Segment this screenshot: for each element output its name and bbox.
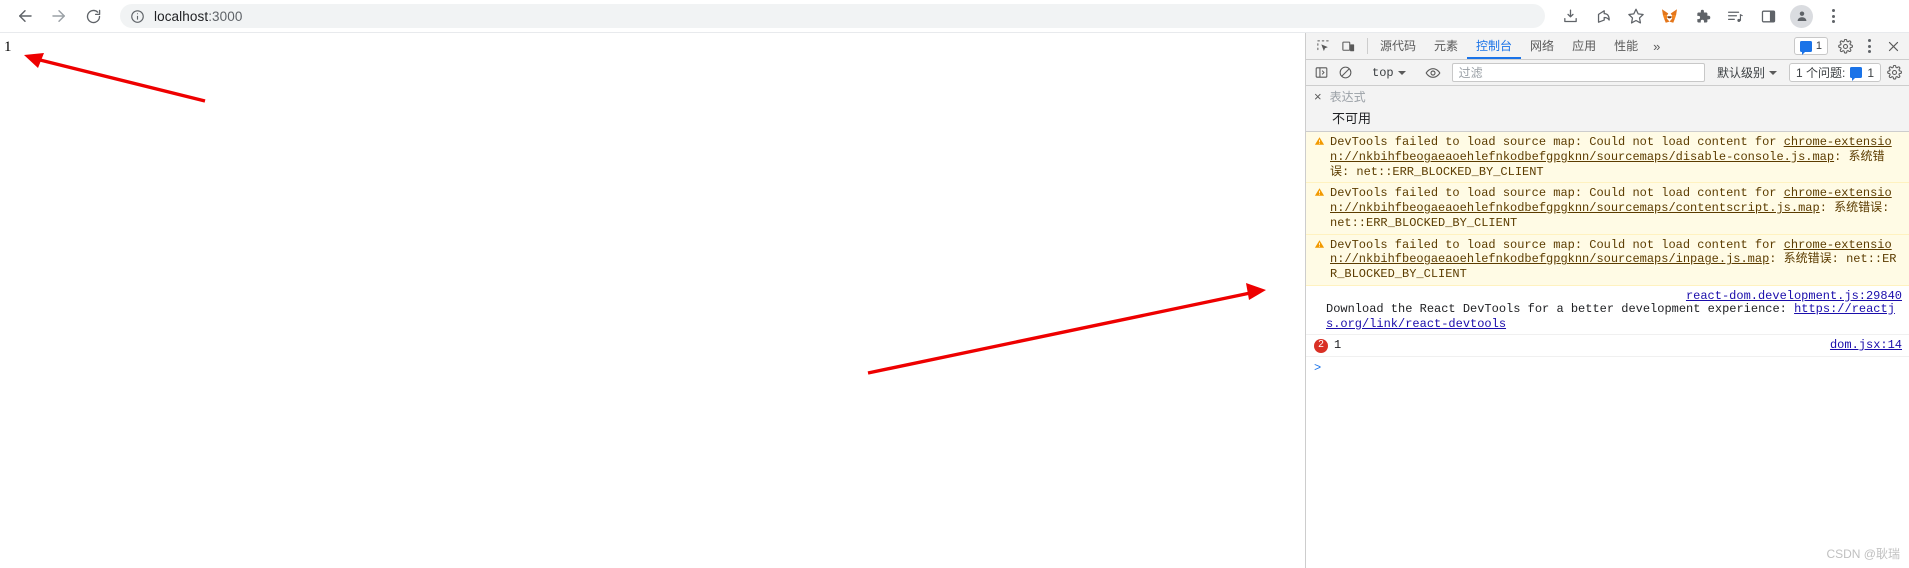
chevron-down-icon bbox=[1397, 70, 1406, 75]
message-bubble-icon-2 bbox=[1850, 67, 1863, 81]
chevron-down-icon-2 bbox=[1768, 70, 1777, 75]
console-message-list[interactable]: DevTools failed to load source map: Coul… bbox=[1306, 132, 1909, 568]
issues-badge[interactable]: 1 bbox=[1793, 37, 1828, 55]
arrow-to-console-error bbox=[867, 283, 1266, 375]
execution-context-select[interactable]: top bbox=[1367, 66, 1411, 80]
devtools-tabbar: 源代码 元素 控制台 网络 应用 性能 » 1 bbox=[1306, 33, 1909, 60]
install-app-icon[interactable] bbox=[1559, 5, 1581, 27]
console-message-text: DevTools failed to load source map: Coul… bbox=[1330, 135, 1892, 179]
console-message-error-group[interactable]: 2 1 dom.jsx:14 bbox=[1306, 335, 1909, 357]
profile-avatar-icon[interactable] bbox=[1790, 4, 1813, 28]
browser-action-icons bbox=[1545, 4, 1842, 28]
issues-badge-count: 1 bbox=[1815, 40, 1822, 52]
browser-toolbar: localhost:3000 bbox=[0, 0, 1909, 33]
log-level-select[interactable]: 默认级别 bbox=[1713, 64, 1781, 81]
devtools-menu-icon[interactable] bbox=[1858, 35, 1880, 57]
console-filter-input[interactable]: 过滤 bbox=[1451, 63, 1705, 82]
issues-counter-count: 1 bbox=[1867, 65, 1874, 80]
devtools-inspect-buttons bbox=[1306, 33, 1364, 59]
warning-triangle-icon-2 bbox=[1314, 188, 1325, 196]
gear-icon[interactable] bbox=[1834, 35, 1856, 57]
share-icon[interactable] bbox=[1592, 5, 1614, 27]
warning-triangle-icon bbox=[1314, 137, 1325, 145]
metamask-extension-icon[interactable] bbox=[1658, 5, 1680, 27]
devtools-tab-list: 源代码 元素 控制台 网络 应用 性能 bbox=[1371, 33, 1647, 59]
page-output-text: 1 bbox=[4, 39, 12, 55]
device-toolbar-icon[interactable] bbox=[1337, 35, 1359, 57]
console-message-text-4: Download the React DevTools for a better… bbox=[1326, 301, 1895, 331]
devtools-tabbar-actions: 1 bbox=[1793, 33, 1909, 59]
expression-placeholder[interactable]: 表达式 bbox=[1330, 88, 1366, 105]
execution-context-value: top bbox=[1372, 65, 1394, 80]
console-message-info-react[interactable]: react-dom.development.js:29840 Download … bbox=[1306, 285, 1909, 336]
reload-button[interactable] bbox=[78, 1, 108, 31]
warning-triangle-icon-3 bbox=[1314, 239, 1325, 248]
navigation-buttons bbox=[0, 1, 108, 31]
console-sidebar-icon[interactable] bbox=[1310, 62, 1332, 84]
console-error-value: 1 bbox=[1334, 338, 1342, 353]
remove-expression-icon[interactable]: × bbox=[1314, 90, 1322, 103]
live-expression-eye-icon[interactable] bbox=[1422, 62, 1444, 84]
toolbar-divider bbox=[1367, 38, 1368, 54]
console-settings-gear-icon[interactable] bbox=[1883, 62, 1905, 84]
console-message-warning-2[interactable]: DevTools failed to load source map: Coul… bbox=[1306, 183, 1909, 235]
arrow-to-page-output bbox=[24, 53, 206, 103]
url-port: :3000 bbox=[208, 8, 243, 24]
console-prompt-row[interactable]: > bbox=[1306, 357, 1909, 380]
clear-console-icon[interactable] bbox=[1334, 62, 1356, 84]
chrome-menu-icon[interactable] bbox=[1824, 9, 1842, 23]
bookmark-star-icon[interactable] bbox=[1625, 5, 1647, 27]
browser-window: localhost:3000 1 源代码 元素 控制台 网络 应用 性能 » 1… bbox=[0, 0, 1909, 568]
devtools-panel: 源代码 元素 控制台 网络 应用 性能 » 1 top 过滤 默认级别 1 个问… bbox=[1305, 33, 1909, 568]
console-message-warning-1[interactable]: DevTools failed to load source map: Coul… bbox=[1306, 132, 1909, 184]
site-information-icon[interactable] bbox=[130, 9, 145, 24]
tab-performance[interactable]: 性能 bbox=[1605, 33, 1647, 59]
expression-value: 不可用 bbox=[1306, 106, 1909, 132]
watermark: CSDN @耿瑞 bbox=[1826, 547, 1900, 561]
media-playlist-icon[interactable] bbox=[1724, 5, 1746, 27]
live-expression-row: × 表达式 bbox=[1306, 86, 1909, 106]
url-host: localhost bbox=[154, 8, 209, 24]
close-icon[interactable] bbox=[1882, 35, 1904, 57]
tab-console[interactable]: 控制台 bbox=[1467, 33, 1522, 59]
error-count-badge: 2 bbox=[1314, 338, 1328, 353]
console-prompt-caret-icon: > bbox=[1314, 361, 1322, 375]
source-location-link-react[interactable]: react-dom.development.js:29840 bbox=[1686, 289, 1902, 304]
back-button[interactable] bbox=[10, 1, 40, 31]
page-viewport: 1 bbox=[0, 33, 1305, 568]
tab-application[interactable]: 应用 bbox=[1563, 33, 1605, 59]
console-message-text-2: DevTools failed to load source map: Coul… bbox=[1330, 186, 1892, 230]
console-message-text-3: DevTools failed to load source map: Coul… bbox=[1330, 237, 1897, 282]
tab-sources[interactable]: 源代码 bbox=[1371, 33, 1425, 59]
source-location-link-dom[interactable]: dom.jsx:14 bbox=[1830, 338, 1902, 353]
tab-elements[interactable]: 元素 bbox=[1425, 33, 1467, 59]
log-level-value: 默认级别 bbox=[1716, 66, 1765, 80]
message-bubble-icon bbox=[1799, 40, 1812, 55]
console-message-warning-3[interactable]: DevTools failed to load source map: Coul… bbox=[1306, 234, 1909, 286]
side-panel-icon[interactable] bbox=[1757, 5, 1779, 27]
issues-counter-text: 1 个问题: bbox=[1795, 66, 1846, 80]
more-tabs-icon[interactable]: » bbox=[1647, 33, 1666, 59]
tab-network[interactable]: 网络 bbox=[1521, 33, 1563, 59]
issues-counter[interactable]: 1 个问题: 1 bbox=[1788, 63, 1881, 82]
console-toolbar: top 过滤 默认级别 1 个问题: 1 bbox=[1306, 60, 1909, 86]
address-bar[interactable]: localhost:3000 bbox=[120, 4, 1545, 28]
extensions-puzzle-icon[interactable] bbox=[1691, 5, 1713, 27]
inspect-element-icon[interactable] bbox=[1312, 35, 1334, 57]
forward-button[interactable] bbox=[44, 1, 74, 31]
annotation-arrows-layer bbox=[24, 53, 1266, 375]
url-text: localhost:3000 bbox=[154, 9, 242, 24]
omnibox-container: localhost:3000 bbox=[120, 4, 1545, 28]
